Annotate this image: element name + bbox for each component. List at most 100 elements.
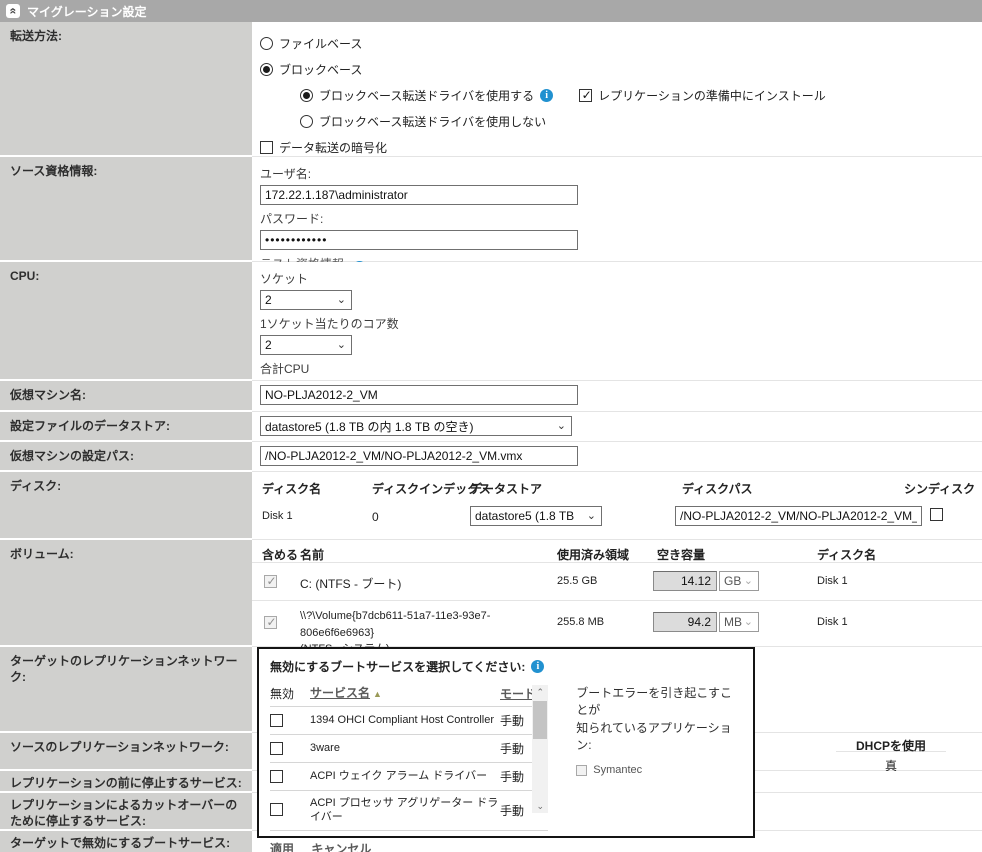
password-label: パスワード: [260, 210, 982, 227]
block-based-label: ブロックベース [279, 61, 362, 78]
vol-col-used: 使用済み領域 [557, 546, 629, 563]
disk-datastore-select[interactable]: datastore5 (1.8 TB⌄ [470, 506, 602, 526]
volumes-table: 含める 名前 使用済み領域 空き容量 ディスク名 C: (NTFS - ブート)… [252, 540, 982, 647]
volume-unit-select: MB⌄ [719, 612, 759, 632]
volume-include-checkbox [264, 575, 277, 588]
section-titlebar: « マイグレーション設定 [0, 0, 982, 22]
cpu-content: ソケット 2⌄ 1ソケット当たりのコア数 2⌄ 合計CPU 4 [252, 262, 982, 381]
col-service-sort-link[interactable]: サービス名 [310, 686, 370, 700]
install-during-prep-checkbox[interactable] [579, 89, 592, 102]
encrypt-data-checkbox[interactable] [260, 141, 273, 154]
use-driver-info-icon[interactable]: i [540, 89, 553, 102]
apps-note: ブートエラーを引き起こすことが知られているアプリケーション: [576, 685, 743, 755]
config-datastore-content: datastore5 (1.8 TB の内 1.8 TB の空き)⌄ [252, 412, 982, 442]
service-disable-checkbox[interactable] [270, 742, 283, 755]
services-scrollbar[interactable]: ⌃ ⌄ [532, 685, 548, 813]
collapse-section-icon[interactable]: « [6, 4, 20, 18]
dialog-title: 無効にするブートサービスを選択してください: [270, 658, 525, 675]
service-row: 1394 OHCI Compliant Host Controller 手動 [270, 706, 548, 734]
file-based-radio[interactable] [260, 37, 273, 50]
volume-used: 25.5 GB [557, 575, 597, 587]
vm-config-path-content [252, 442, 982, 472]
username-input[interactable] [260, 185, 578, 205]
symantec-checkbox [576, 765, 587, 776]
file-based-label: ファイルベース [279, 35, 362, 52]
volume-include-checkbox [264, 616, 277, 629]
service-name: ACPI プロセッサ アグリゲーター ドライバー [310, 796, 500, 825]
scrollbar-thumb[interactable] [533, 701, 547, 739]
volume-unit-value: GB [724, 574, 741, 588]
sockets-select[interactable]: 2⌄ [260, 290, 352, 310]
volume-unit-select: GB⌄ [719, 571, 759, 591]
volume-free-input[interactable]: 14.12 [653, 571, 717, 591]
label-services-stop-before-replication: レプリケーションの前に停止するサービス: [0, 771, 252, 793]
no-driver-label: ブロックベース転送ドライバを使用しない [319, 113, 546, 130]
password-input[interactable] [260, 230, 578, 250]
label-services-stop-for-cutover: レプリケーションによるカットオーバーのために停止するサービス: [0, 793, 252, 831]
volume-unit-value: MB [724, 615, 742, 629]
volume-free-input[interactable]: 94.2 [653, 612, 717, 632]
disk-table: ディスク名 ディスクインデックス データストア ディスクパス シンディスク Di… [252, 472, 982, 540]
vm-config-path-input[interactable] [260, 446, 578, 466]
cores-select[interactable]: 2⌄ [260, 335, 352, 355]
label-transfer-method: 転送方法: [0, 22, 252, 157]
vol-col-free: 空き容量 [657, 546, 705, 563]
service-disable-checkbox[interactable] [270, 770, 283, 783]
col-disable: 無効 [270, 685, 310, 702]
label-config-datastore: 設定ファイルのデータストア: [0, 412, 252, 442]
service-name: ACPI ウェイク アラーム ドライバー [310, 769, 500, 783]
service-name: 1394 OHCI Compliant Host Controller [310, 713, 500, 727]
disk-index: 0 [372, 510, 379, 524]
dialog-title-info-icon[interactable]: i [531, 660, 544, 673]
cancel-link[interactable]: キャンセル [311, 842, 371, 852]
total-cpu-label: 合計CPU [260, 360, 982, 377]
block-based-radio[interactable] [260, 63, 273, 76]
label-vm-config-path: 仮想マシンの設定パス: [0, 442, 252, 472]
migration-settings-page: « マイグレーション設定 転送方法: ファイルベース ブロックベース ブロックベ… [0, 0, 982, 852]
label-volumes: ボリューム: [0, 540, 252, 647]
config-datastore-select[interactable]: datastore5 (1.8 TB の内 1.8 TB の空き)⌄ [260, 416, 572, 436]
volume-disk: Disk 1 [817, 575, 848, 587]
scroll-down-icon[interactable]: ⌄ [532, 799, 548, 813]
transfer-method-content: ファイルベース ブロックベース ブロックベース転送ドライバを使用する i レプリ… [252, 22, 982, 157]
thin-disk-checkbox[interactable] [930, 508, 943, 521]
install-during-prep-label: レプリケーションの準備中にインストール [598, 87, 826, 104]
service-row: ACPI ウェイク アラーム ドライバー 手動 [270, 762, 548, 790]
vol-col-include: 含める [262, 546, 298, 563]
service-disable-checkbox[interactable] [270, 714, 283, 727]
label-boot-services-disable-target: ターゲットで無効にするブートサービス: [0, 831, 252, 852]
disk-col-path: ディスクパス [682, 480, 753, 497]
encrypt-data-label: データ転送の暗号化 [279, 139, 387, 156]
cores-label: 1ソケット当たりのコア数 [260, 315, 982, 332]
sockets-label: ソケット [260, 270, 982, 287]
scroll-up-icon[interactable]: ⌃ [532, 685, 548, 699]
label-source-replication-network: ソースのレプリケーションネットワーク: [0, 733, 252, 771]
symantec-label: Symantec [593, 763, 642, 779]
label-target-replication-network: ターゲットのレプリケーションネットワーク: [0, 647, 252, 733]
disk-path-input[interactable] [675, 506, 922, 526]
vm-name-content [252, 381, 982, 412]
no-driver-radio[interactable] [300, 115, 313, 128]
use-driver-radio[interactable] [300, 89, 313, 102]
label-vm-name: 仮想マシン名: [0, 381, 252, 412]
credentials-content: ユーザ名: パスワード: テスト資格情報 i [252, 157, 982, 262]
vm-name-input[interactable] [260, 385, 578, 405]
service-disable-checkbox[interactable] [270, 803, 283, 816]
sort-ascending-icon: ▲ [373, 689, 382, 699]
disk-col-name: ディスク名 [262, 480, 321, 497]
volume-name: C: (NTFS - ブート) [300, 575, 401, 592]
disk-col-thin: シンディスク [904, 480, 975, 497]
page-title: マイグレーション設定 [27, 3, 147, 20]
disk-name: Disk 1 [262, 510, 293, 522]
volume-row: C: (NTFS - ブート) 25.5 GB 14.12 GB⌄ Disk 1 [252, 563, 982, 601]
boot-services-dialog: 無効にするブートサービスを選択してください: i 無効 サービス名▲ モード 1… [257, 647, 755, 838]
known-apps-block: ブートエラーを引き起こすことが知られているアプリケーション: Symantec [576, 685, 743, 831]
apply-link[interactable]: 適用 [270, 842, 294, 852]
label-cpu: CPU: [0, 262, 252, 381]
service-name: 3ware [310, 741, 500, 755]
label-source-credentials: ソース資格情報: [0, 157, 252, 262]
use-driver-label: ブロックベース転送ドライバを使用する [319, 87, 534, 104]
username-label: ユーザ名: [260, 165, 982, 182]
boot-services-table: 無効 サービス名▲ モード 1394 OHCI Compliant Host C… [270, 685, 548, 831]
sockets-value: 2 [265, 293, 272, 307]
